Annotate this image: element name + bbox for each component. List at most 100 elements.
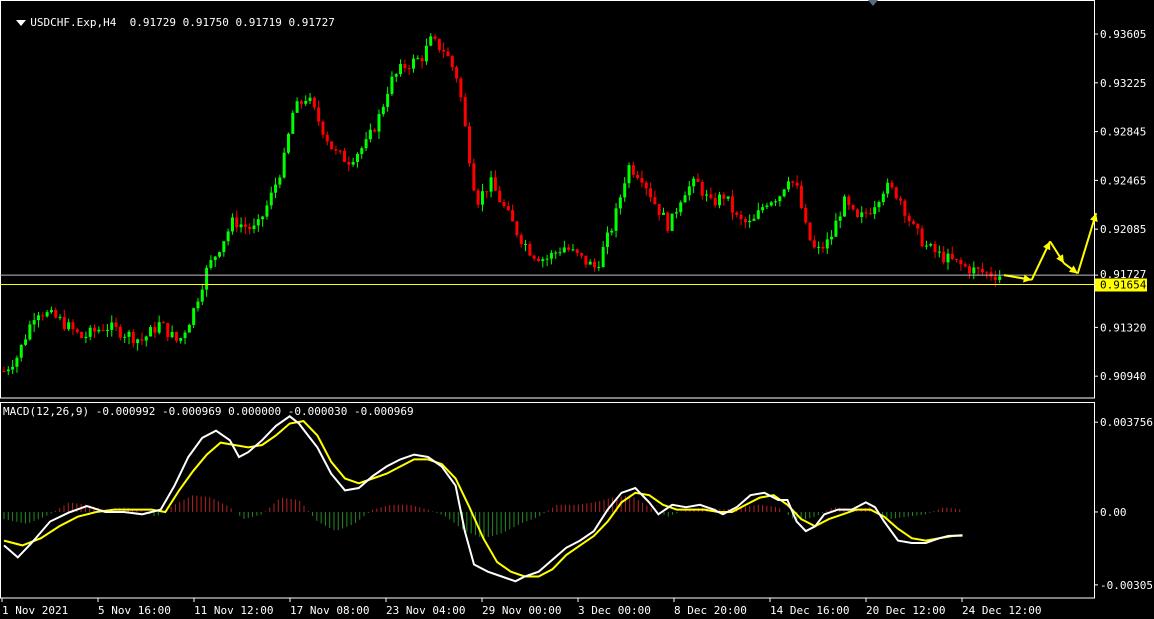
candle-body <box>105 329 109 331</box>
candle-body <box>153 327 157 333</box>
candle-body <box>752 218 756 221</box>
candle-body <box>782 189 786 197</box>
candle-body <box>601 247 605 267</box>
candle-body <box>101 329 105 331</box>
candle-body <box>511 210 515 222</box>
candle-body <box>524 243 528 245</box>
candle-body <box>683 195 687 203</box>
candle-body <box>636 174 640 179</box>
candle-body <box>472 163 476 191</box>
candle-body <box>15 357 19 367</box>
price-tick-label: 0.90940 <box>1100 370 1146 383</box>
time-tick-label: 3 Dec 00:00 <box>578 604 651 617</box>
candle-body <box>11 366 15 370</box>
candle-body <box>62 316 66 330</box>
candle-body <box>873 207 877 214</box>
candle-body <box>743 219 747 223</box>
candle-body <box>489 177 493 192</box>
candle-body <box>114 322 118 327</box>
candle-body <box>830 236 834 240</box>
ohlc-readout: 0.91729 0.91750 0.91719 0.91727 <box>129 16 335 29</box>
price-tick-label: 0.92845 <box>1100 126 1146 139</box>
candle-body <box>19 344 23 358</box>
candle-body <box>170 331 174 338</box>
candle-body <box>209 260 213 268</box>
candle-body <box>623 183 627 198</box>
chart-canvas[interactable]: 0.93605 0.93225 0.92845 0.92465 0.92085 0.913… <box>0 0 1154 619</box>
candle-body <box>976 267 980 269</box>
candle-body <box>631 165 635 175</box>
candle-body <box>446 51 450 57</box>
candle-body <box>75 329 79 332</box>
candle-body <box>420 58 424 62</box>
candle-body <box>804 207 808 223</box>
candle-body <box>963 264 967 267</box>
candle-body <box>705 194 709 196</box>
candle-body <box>123 336 127 338</box>
candle-body <box>403 64 407 69</box>
candle-body <box>49 310 53 313</box>
candle-body <box>187 324 191 333</box>
candle-body <box>248 226 252 230</box>
candle-body <box>355 154 359 162</box>
candle-body <box>485 191 489 193</box>
candle-body <box>157 322 161 333</box>
candle-body <box>394 74 398 77</box>
candle-body <box>265 205 269 217</box>
macd-main-line <box>3 415 963 583</box>
candle-body <box>97 329 101 332</box>
candle-body <box>605 232 609 248</box>
candle-body <box>911 221 915 224</box>
candles-group <box>2 33 1002 376</box>
candle-body <box>317 107 321 122</box>
candle-body <box>429 36 433 46</box>
macd-header: MACD(12,26,9) -0.000992 -0.000969 0.0000… <box>3 405 414 418</box>
time-tick-label: 8 Dec 20:00 <box>674 604 747 617</box>
candle-body <box>308 97 312 101</box>
candle-body <box>192 308 196 325</box>
time-tick-label: 24 Dec 12:00 <box>962 604 1041 617</box>
candle-body <box>657 204 661 215</box>
time-tick-label: 17 Nov 08:00 <box>290 604 369 617</box>
candle-body <box>855 209 859 217</box>
candle-body <box>765 205 769 208</box>
macd-histogram <box>3 495 961 539</box>
candle-body <box>718 194 722 206</box>
candle-body <box>916 223 920 229</box>
candle-body <box>799 185 803 208</box>
candle-body <box>218 252 222 257</box>
candle-body <box>812 240 816 248</box>
candle-body <box>661 212 665 215</box>
macd-signal-line <box>3 420 963 578</box>
candle-body <box>368 129 372 140</box>
candle-body <box>786 181 790 190</box>
forecast-segment <box>1076 212 1098 274</box>
candle-body <box>110 322 114 330</box>
candle-body <box>584 255 588 265</box>
candle-body <box>808 222 812 241</box>
macd-tick-label: -0.00305 <box>1100 579 1153 592</box>
candle-body <box>343 150 347 163</box>
candle-body <box>506 206 510 211</box>
candle-body <box>610 230 614 233</box>
candle-body <box>618 197 622 209</box>
candle-body <box>360 148 364 155</box>
candle-body <box>989 272 993 277</box>
candle-body <box>304 100 308 104</box>
candle-body <box>985 272 989 274</box>
candle-body <box>377 114 381 132</box>
candle-body <box>756 210 760 219</box>
chevron-down-icon[interactable] <box>16 20 27 26</box>
candle-body <box>261 216 265 220</box>
candle-body <box>860 212 864 217</box>
candle-body <box>907 215 911 222</box>
candle-body <box>950 253 954 259</box>
price-tick-label: 0.92085 <box>1100 223 1146 236</box>
candle-body <box>881 193 885 203</box>
shift-marker-icon <box>868 0 878 6</box>
time-tick-label: 11 Nov 12:00 <box>194 604 273 617</box>
candle-body <box>993 276 997 280</box>
candle-body <box>627 165 631 184</box>
candle-body <box>890 182 894 188</box>
candle-body <box>735 212 739 215</box>
